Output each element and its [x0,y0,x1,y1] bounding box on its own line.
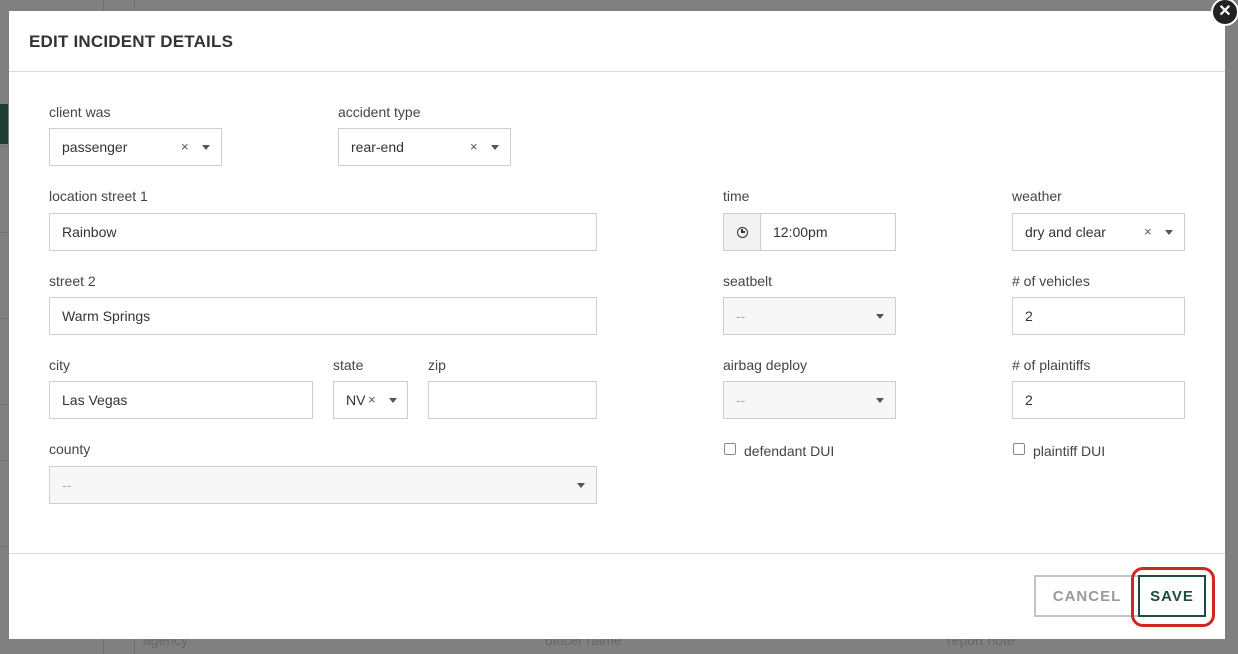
chevron-down-icon [491,145,499,150]
client-was-label: client was [49,104,111,120]
location-street-1-label: location street 1 [49,188,148,204]
accident-type-select[interactable]: rear-end × [338,128,511,166]
sidebar-active-indicator [0,104,8,144]
defendant-dui-label: defendant DUI [744,443,835,459]
location-street-1-input[interactable]: Rainbow [49,213,597,251]
header-divider [9,71,1225,72]
street-2-label: street 2 [49,273,96,289]
state-select[interactable]: NV × [333,381,408,419]
edit-incident-modal: EDIT INCIDENT DETAILS client was passeng… [9,11,1225,639]
city-label: city [49,357,70,373]
airbag-deploy-label: airbag deploy [723,357,808,373]
seatbelt-label: seatbelt [723,273,773,289]
state-label: state [333,357,364,373]
state-clear-icon[interactable]: × [368,392,376,407]
chevron-down-icon [577,483,585,488]
close-icon[interactable]: ✕ [1211,0,1238,26]
weather-value: dry and clear [1025,224,1106,240]
weather-select[interactable]: dry and clear × [1012,213,1185,251]
plaintiff-dui-label: plaintiff DUI [1033,443,1106,459]
chevron-down-icon [202,145,210,150]
defendant-dui-checkbox[interactable] [724,443,736,455]
num-vehicles-input[interactable]: 2 [1012,297,1185,335]
street-2-input[interactable]: Warm Springs [49,297,597,335]
time-value: 12:00pm [773,224,828,240]
num-plaintiffs-label: # of plaintiffs [1012,357,1091,373]
county-value: -- [62,477,72,493]
chevron-down-icon [389,398,397,403]
chevron-down-icon [876,398,884,403]
num-plaintiffs-value: 2 [1025,392,1033,408]
modal-title: EDIT INCIDENT DETAILS [29,32,234,51]
plaintiff-dui-checkbox[interactable] [1013,443,1025,455]
chevron-down-icon [876,314,884,319]
zip-label: zip [428,357,446,373]
seatbelt-value: -- [736,308,746,324]
client-was-select[interactable]: passenger × [49,128,222,166]
city-input[interactable]: Las Vegas [49,381,313,419]
num-vehicles-value: 2 [1025,308,1033,324]
accident-type-label: accident type [338,104,421,120]
airbag-deploy-select[interactable]: -- [723,381,896,419]
client-was-value: passenger [62,139,128,155]
weather-label: weather [1012,188,1062,204]
clock-icon [736,226,748,238]
cancel-button[interactable]: CANCEL [1034,575,1140,617]
city-value: Las Vegas [62,392,128,408]
street-2-value: Warm Springs [62,308,151,324]
time-addon [724,214,761,250]
seatbelt-select[interactable]: -- [723,297,896,335]
chevron-down-icon [1165,230,1173,235]
county-select[interactable]: -- [49,466,597,504]
num-vehicles-label: # of vehicles [1012,273,1090,289]
airbag-deploy-value: -- [736,392,746,408]
time-label: time [723,188,750,204]
accident-type-clear-icon[interactable]: × [470,139,478,154]
save-button-highlight [1131,567,1215,627]
zip-input[interactable] [428,381,597,419]
county-label: county [49,441,91,457]
footer-divider [9,553,1225,554]
client-was-clear-icon[interactable]: × [181,139,189,154]
weather-clear-icon[interactable]: × [1144,224,1152,239]
accident-type-value: rear-end [351,139,404,155]
time-input[interactable]: 12:00pm [723,213,896,251]
num-plaintiffs-input[interactable]: 2 [1012,381,1185,419]
location-street-1-value: Rainbow [62,224,117,240]
state-value: NV [346,392,366,408]
